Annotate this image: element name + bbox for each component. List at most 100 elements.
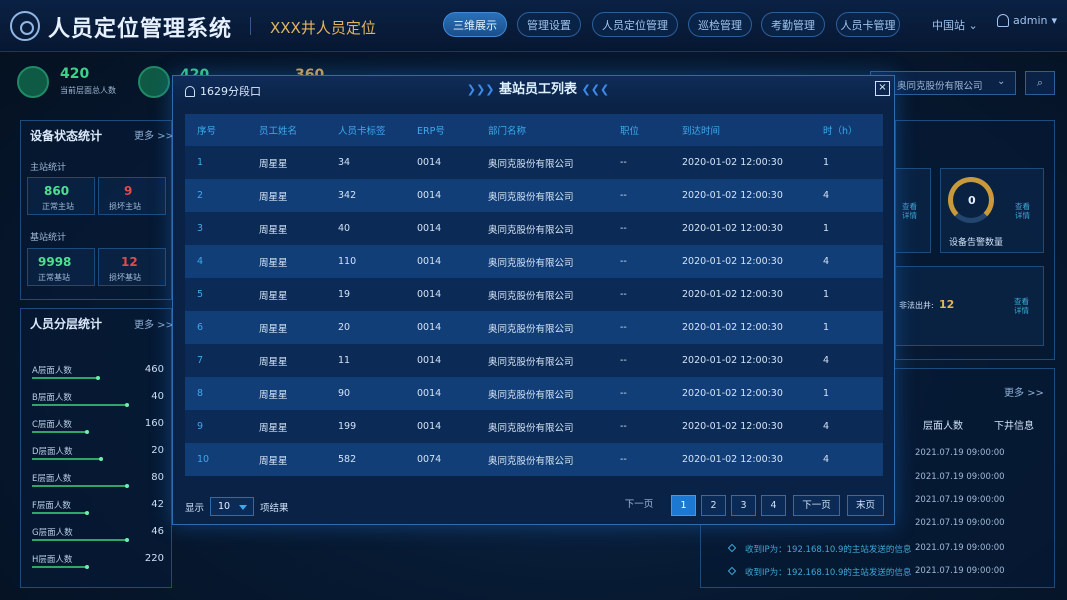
page-button-4[interactable]: 4: [761, 495, 786, 516]
table-cell: 0014: [405, 179, 476, 212]
table-cell: 2020-01-02 12:00:30: [670, 443, 811, 476]
layer-panel-more-link[interactable]: 更多 >>: [134, 316, 174, 331]
table-row[interactable]: 1 周星星 34 0014 奥同克股份有限公司 -- 2020-01-02 12:00:30…: [185, 146, 883, 179]
table-cell: 90: [326, 377, 405, 410]
table-cell: 2020-01-02 12:00:30: [670, 410, 811, 443]
layer-name: C层面人数: [32, 420, 72, 430]
site-selector[interactable]: 中国站 ⌄: [932, 17, 978, 33]
layer-name: B层面人数: [32, 393, 72, 403]
layer-progress-bar: [32, 376, 100, 380]
device-panel-more-link[interactable]: 更多 >>: [134, 127, 174, 142]
table-row[interactable]: 6 周星星 20 0014 奥同克股份有限公司 -- 2020-01-02 12:00:30…: [185, 311, 883, 344]
table-cell: 34: [326, 146, 405, 179]
table-cell: 0014: [405, 377, 476, 410]
username: admin: [1013, 14, 1048, 27]
table-header-row: 序号 员工姓名 人员卡标签 ERP号 部门名称 职位 到达时间 时（h）: [185, 114, 883, 146]
close-button[interactable]: ×: [875, 81, 890, 96]
table-row[interactable]: 9 周星星 199 0014 奥同克股份有限公司 -- 2020-01-02 12:00:3…: [185, 410, 883, 443]
table-cell: 4: [811, 410, 883, 443]
log-row: 收到IP为：192.168.10.9的主站发送的信息 2021.07.19 09…: [705, 563, 1035, 581]
view-detail-link[interactable]: 查看详情: [902, 202, 920, 220]
table-row[interactable]: 8 周星星 90 0014 奥同克股份有限公司 -- 2020-01-02 12:00:30…: [185, 377, 883, 410]
user-menu[interactable]: admin ▾: [997, 14, 1057, 27]
table-cell: 1: [811, 377, 883, 410]
view-detail-link[interactable]: 查看详情: [1015, 202, 1033, 220]
layer-progress-bar: [32, 538, 129, 542]
layer-value: 46: [151, 526, 164, 537]
base-normal-box: 9998 正常基站: [27, 248, 95, 286]
nav-inspection-management[interactable]: 巡检管理: [688, 12, 752, 37]
table-cell: 周星星: [247, 311, 326, 344]
table-cell: 周星星: [247, 146, 326, 179]
page-size-select[interactable]: 10: [210, 497, 255, 516]
nav-management-settings[interactable]: 管理设置: [517, 12, 581, 37]
table-cell: 1: [185, 146, 247, 179]
layer-name: H层面人数: [32, 555, 73, 565]
table-cell: 周星星: [247, 245, 326, 278]
table-cell: 40: [326, 212, 405, 245]
view-detail-link[interactable]: 查看详情: [1014, 297, 1032, 315]
page-size-prefix: 显示: [185, 502, 205, 514]
table-cell: 4: [811, 344, 883, 377]
layer-value: 460: [144, 364, 164, 375]
next-page-button[interactable]: 下一页: [793, 495, 840, 516]
base-normal-value: 9998: [38, 255, 72, 269]
layer-name: G层面人数: [32, 528, 73, 538]
base-normal-label: 正常基站: [38, 273, 70, 282]
nav-positioning-management[interactable]: 人员定位管理: [592, 12, 678, 37]
caret-down-icon: ▾: [1051, 14, 1057, 27]
table-row[interactable]: 4 周星星 110 0014 奥同克股份有限公司 -- 2020-01-02 12:00:3…: [185, 245, 883, 278]
column-header: 员工姓名: [247, 114, 326, 146]
page-button-1[interactable]: 1: [671, 495, 696, 516]
log-date: 2021.07.19 09:00:00: [915, 566, 1005, 576]
table-row[interactable]: 5 周星星 19 0014 奥同克股份有限公司 -- 2020-01-02 12:00:30…: [185, 278, 883, 311]
column-header: 时（h）: [811, 114, 883, 146]
page-button-2[interactable]: 2: [701, 495, 726, 516]
table-cell: 0014: [405, 278, 476, 311]
base-station-label: 基站统计: [30, 233, 67, 243]
nav-3d-view[interactable]: 三维展示: [443, 12, 507, 37]
diamond-icon: [727, 543, 737, 553]
nav-card-management[interactable]: 人员卡管理: [836, 12, 900, 37]
table-row[interactable]: 2 周星星 342 0014 奥同克股份有限公司 -- 2020-01-02 12:00:3…: [185, 179, 883, 212]
app-title: 人员定位管理系统: [48, 17, 233, 42]
layer-name: E层面人数: [32, 474, 72, 484]
layer-row: A层面人数 460: [32, 364, 164, 382]
right-panel-more-link[interactable]: 更多 >>: [1004, 384, 1044, 399]
table-cell: 周星星: [247, 410, 326, 443]
layer-value: 220: [144, 553, 164, 564]
employee-table-wrap: 序号 员工姓名 人员卡标签 ERP号 部门名称 职位 到达时间 时（h） 1 周星星 34 0014…: [185, 114, 883, 476]
table-row[interactable]: 3 周星星 40 0014 奥同克股份有限公司 -- 2020-01-02 12:00:30…: [185, 212, 883, 245]
col-layer-count: 层面人数: [923, 421, 963, 432]
col-down-info: 下井信息: [994, 421, 1034, 432]
table-cell: 0014: [405, 146, 476, 179]
search-button[interactable]: ⌕: [1025, 71, 1055, 95]
table-cell: 0074: [405, 443, 476, 476]
table-cell: 110: [326, 245, 405, 278]
site-selector-label: 中国站: [932, 19, 965, 32]
nav-attendance-management[interactable]: 考勤管理: [761, 12, 825, 37]
main-station-label: 主站统计: [30, 163, 67, 173]
layer-progress-bar: [32, 430, 89, 434]
device-panel-title: 设备状态统计: [30, 129, 103, 143]
table-cell: 199: [326, 410, 405, 443]
table-cell: 0014: [405, 245, 476, 278]
page-button-3[interactable]: 3: [731, 495, 756, 516]
illegal-exit-label: 非法出井:: [899, 301, 934, 310]
chevrons-left-icon: ❮❮❮: [581, 83, 610, 96]
table-row[interactable]: 10 周星星 582 0074 奥同克股份有限公司 -- 2020-01-02 12:00:…: [185, 443, 883, 476]
table-row[interactable]: 7 周星星 11 0014 奥同克股份有限公司 -- 2020-01-02 12:00:30…: [185, 344, 883, 377]
log-date: 2021.07.19 09:00:00: [915, 448, 1005, 458]
last-page-button[interactable]: 末页: [847, 495, 884, 516]
column-header: 人员卡标签: [326, 114, 405, 146]
table-cell: 2020-01-02 12:00:30: [670, 278, 811, 311]
table-cell: 8: [185, 377, 247, 410]
table-cell: --: [608, 311, 670, 344]
layer-row: D层面人数 20: [32, 445, 164, 463]
layer-value: 42: [151, 499, 164, 510]
table-cell: 周星星: [247, 212, 326, 245]
table-cell: 0014: [405, 410, 476, 443]
layer-progress-bar: [32, 511, 89, 515]
table-cell: --: [608, 344, 670, 377]
prev-page-button[interactable]: 下一页: [619, 495, 659, 516]
